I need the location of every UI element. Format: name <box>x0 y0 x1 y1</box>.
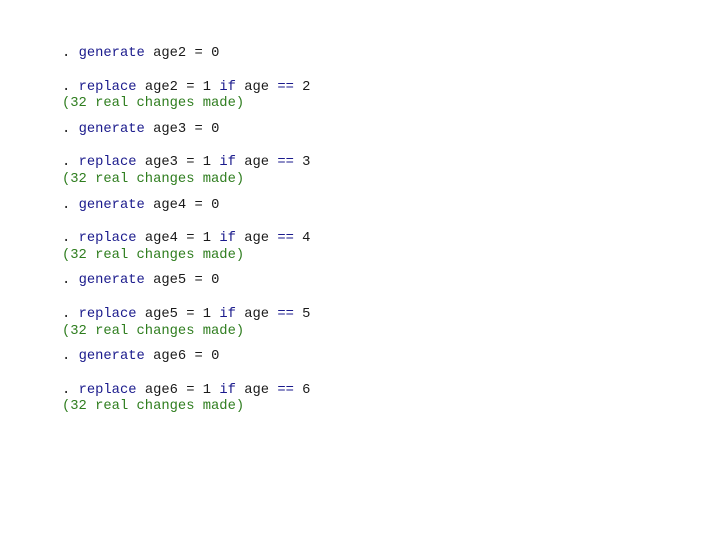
variable-name: age2 <box>144 79 178 95</box>
condition-value: 2 <box>302 79 311 95</box>
condition-value: 6 <box>302 382 311 398</box>
if-keyword: if <box>219 382 236 398</box>
command-keyword: generate <box>78 46 145 61</box>
command-keyword: generate <box>78 197 145 213</box>
command-keyword: replace <box>78 306 137 322</box>
assigned-value: 0 <box>211 349 220 365</box>
generate-command-block: . generate age4 = 0 <box>62 198 310 215</box>
command-line: . replace age2 = 1 if age == 2 <box>62 80 310 97</box>
if-keyword: if <box>219 155 236 171</box>
command-prompt: . <box>62 382 79 398</box>
assigned-value: 1 <box>202 155 212 171</box>
assigned-value: 1 <box>202 306 212 322</box>
command-prompt: . <box>62 197 79 213</box>
condition-value: 3 <box>302 155 311 171</box>
replace-command-block: . replace age2 = 1 if age == 2 (32 real c… <box>62 80 310 113</box>
variable-name: age3 <box>144 155 178 171</box>
assign-operator: = <box>194 197 203 213</box>
if-keyword: if <box>219 79 236 95</box>
command-prompt: . <box>62 231 79 247</box>
assigned-value: 1 <box>202 382 212 398</box>
if-keyword: if <box>219 306 236 322</box>
condition-value: 5 <box>302 306 311 322</box>
replace-command-block: . replace age4 = 1 if age == 4 (32 real c… <box>62 231 310 264</box>
command-output: (32 real changes made) <box>62 247 245 263</box>
assign-operator: = <box>194 273 203 289</box>
equality-operator: == <box>277 306 294 322</box>
command-output: (32 real changes made) <box>62 171 245 187</box>
condition-value: 4 <box>302 231 311 247</box>
generate-command-block: . generate age3 = 0 <box>62 122 310 139</box>
command-line: . replace age3 = 1 if age == 3 <box>62 155 310 172</box>
stata-results-console: . generate age2 = 0. replace age2 = 1 if… <box>62 46 310 425</box>
command-line: . replace age4 = 1 if age == 4 <box>62 231 310 248</box>
command-line: . generate age2 = 0 <box>62 46 310 63</box>
assigned-value: 0 <box>211 273 220 289</box>
command-keyword: generate <box>78 121 145 137</box>
command-line: . replace age5 = 1 if age == 5 <box>62 307 310 324</box>
equality-operator: == <box>277 155 294 171</box>
command-line: . replace age6 = 1 if age == 6 <box>62 383 310 400</box>
condition-variable: age <box>244 306 270 322</box>
assign-operator: = <box>186 306 195 322</box>
equality-operator: == <box>277 382 294 398</box>
generate-command-block: . generate age2 = 0 <box>62 46 310 63</box>
variable-name: age3 <box>153 121 187 137</box>
command-keyword: generate <box>78 273 145 289</box>
condition-variable: age <box>244 382 270 398</box>
assigned-value: 1 <box>202 79 212 95</box>
command-prompt: . <box>62 155 79 171</box>
command-prompt: . <box>62 79 79 95</box>
replace-command-block: . replace age3 = 1 if age == 3 (32 real c… <box>62 155 310 188</box>
replace-command-block: . replace age6 = 1 if age == 6 (32 real c… <box>62 383 310 416</box>
assigned-value: 0 <box>211 121 220 137</box>
command-prompt: . <box>62 306 79 322</box>
command-prompt: . <box>62 46 79 61</box>
generate-command-block: . generate age6 = 0 <box>62 349 310 366</box>
variable-name: age4 <box>144 231 178 247</box>
command-keyword: replace <box>78 155 137 171</box>
assign-operator: = <box>186 79 195 95</box>
command-line: . generate age4 = 0 <box>62 198 310 215</box>
command-line: . generate age6 = 0 <box>62 349 310 366</box>
command-output: (32 real changes made) <box>62 96 245 112</box>
command-prompt: . <box>62 273 79 289</box>
variable-name: age5 <box>144 306 178 322</box>
assign-operator: = <box>194 121 203 137</box>
command-line: . generate age3 = 0 <box>62 122 310 139</box>
variable-name: age6 <box>144 382 178 398</box>
assign-operator: = <box>186 382 195 398</box>
assigned-value: 0 <box>211 197 220 213</box>
assign-operator: = <box>186 231 195 247</box>
assign-operator: = <box>194 349 203 365</box>
variable-name: age6 <box>153 349 187 365</box>
command-prompt: . <box>62 121 79 137</box>
command-keyword: generate <box>78 349 145 365</box>
command-keyword: replace <box>78 382 137 398</box>
command-output: (32 real changes made) <box>62 399 245 415</box>
assigned-value: 1 <box>202 231 212 247</box>
if-keyword: if <box>219 231 236 247</box>
generate-command-block: . generate age5 = 0 <box>62 273 310 290</box>
assigned-value: 0 <box>211 46 220 61</box>
condition-variable: age <box>244 155 270 171</box>
variable-name: age2 <box>153 46 187 61</box>
command-line: . generate age5 = 0 <box>62 273 310 290</box>
command-prompt: . <box>62 349 79 365</box>
command-keyword: replace <box>78 231 137 247</box>
condition-variable: age <box>244 231 270 247</box>
equality-operator: == <box>277 79 294 95</box>
equality-operator: == <box>277 231 294 247</box>
assign-operator: = <box>194 46 203 61</box>
assign-operator: = <box>186 155 195 171</box>
command-output: (32 real changes made) <box>62 323 245 339</box>
variable-name: age4 <box>153 197 187 213</box>
replace-command-block: . replace age5 = 1 if age == 5 (32 real c… <box>62 307 310 340</box>
variable-name: age5 <box>153 273 187 289</box>
condition-variable: age <box>244 79 270 95</box>
command-keyword: replace <box>78 79 137 95</box>
